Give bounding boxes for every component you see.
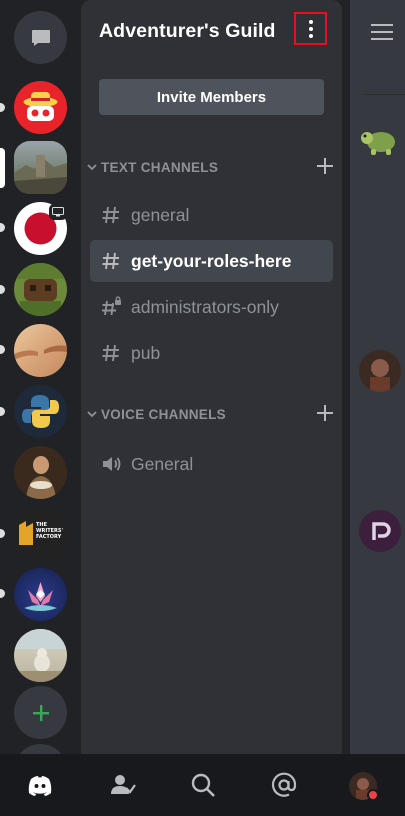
friends-icon[interactable] [107, 770, 137, 800]
bottom-navigation [0, 754, 405, 816]
channel-panel: Adventurer's Guild Invite Members TEXT C… [81, 0, 342, 754]
add-server-button[interactable] [14, 686, 67, 739]
unread-indicator [0, 345, 5, 354]
selected-server-indicator [0, 148, 5, 188]
chat-bubble-icon [31, 29, 50, 46]
create-channel-plus-icon[interactable] [314, 155, 336, 177]
category-label: VOICE CHANNELS [101, 406, 226, 422]
channel-get-your-roles-here[interactable]: get-your-roles-here [90, 240, 333, 282]
kebab-dot [308, 19, 313, 24]
direct-messages-button[interactable] [14, 11, 67, 64]
channel-name: get-your-roles-here [131, 250, 292, 271]
invite-members-button[interactable]: Invite Members [99, 79, 324, 115]
message-author-avatar[interactable] [359, 350, 401, 392]
unread-indicator [0, 103, 5, 112]
server-icon-pixel-creeper[interactable] [14, 263, 67, 316]
mentions-icon[interactable] [269, 770, 299, 800]
channel-general[interactable]: general [90, 194, 333, 236]
divider [364, 94, 405, 95]
channel-name: General [131, 453, 194, 474]
hamburger-menu-icon[interactable] [371, 23, 393, 41]
screen-share-badge [49, 204, 67, 220]
unread-indicator [0, 407, 5, 416]
channel-name: pub [131, 342, 161, 363]
server-icon-python[interactable] [14, 385, 67, 438]
explore-servers-button[interactable] [14, 744, 67, 754]
hands-painting-icon [14, 345, 67, 360]
category-text-channels[interactable]: TEXT CHANNELS [86, 156, 336, 178]
locked-hash-icon [102, 296, 121, 316]
hash-icon [102, 344, 119, 362]
create-channel-plus-icon[interactable] [314, 402, 336, 424]
category-voice-channels[interactable]: VOICE CHANNELS [86, 403, 336, 425]
server-icon-writers-factory[interactable]: THE WRITERS' FACTORY [14, 507, 67, 560]
search-icon[interactable] [188, 770, 218, 800]
server-icon-adventurers-guild[interactable] [14, 141, 67, 194]
home-icon[interactable] [25, 770, 55, 800]
server-name: Adventurer's Guild [99, 20, 276, 42]
unread-indicator [0, 285, 5, 294]
channel-name: general [131, 204, 190, 225]
hash-icon [102, 252, 119, 270]
server-icon-lotus[interactable] [14, 568, 67, 621]
category-label: TEXT CHANNELS [101, 159, 219, 175]
voice-channel-general[interactable]: General [90, 443, 333, 485]
plus-icon [32, 704, 49, 721]
monitor-icon [52, 207, 64, 217]
chevron-down-icon [87, 164, 97, 171]
landscape-artwork-icon [14, 155, 67, 194]
letter-p-avatar-icon [372, 522, 391, 540]
python-logo-icon [22, 395, 59, 428]
server-icon-cat[interactable] [14, 629, 67, 682]
channel-pub[interactable]: pub [90, 332, 333, 374]
speaker-icon [103, 457, 121, 471]
kebab-dot [308, 33, 313, 38]
writers-factory-logo-text: THE WRITERS' FACTORY [36, 522, 64, 540]
channel-name: administrators-only [131, 296, 279, 317]
chevron-down-icon [87, 411, 97, 418]
cat-scene-icon [14, 629, 67, 682]
channel-administrators-only[interactable]: administrators-only [90, 286, 333, 328]
unread-indicator [0, 223, 5, 232]
unread-indicator [0, 589, 5, 598]
turtle-sticker-icon [361, 132, 395, 155]
lotus-logo-icon [24, 582, 57, 611]
pixel-controller-logo-icon [14, 263, 67, 316]
server-icon-portrait[interactable] [14, 446, 67, 499]
portrait-painting-icon [26, 456, 56, 499]
server-options-button[interactable] [294, 12, 327, 45]
character-avatar-icon [370, 359, 390, 392]
server-rail: THE WRITERS' FACTORY [0, 0, 80, 754]
kebab-dot [308, 26, 313, 31]
straw-hat-logo-icon [23, 92, 58, 121]
server-icon-red-hat[interactable] [14, 81, 67, 134]
unread-indicator [0, 529, 5, 538]
chat-view-peek[interactable] [350, 0, 405, 754]
server-icon-painting[interactable] [14, 324, 67, 377]
do-not-disturb-status-icon [367, 789, 379, 801]
hash-icon [102, 206, 119, 224]
message-author-avatar[interactable] [359, 510, 401, 552]
